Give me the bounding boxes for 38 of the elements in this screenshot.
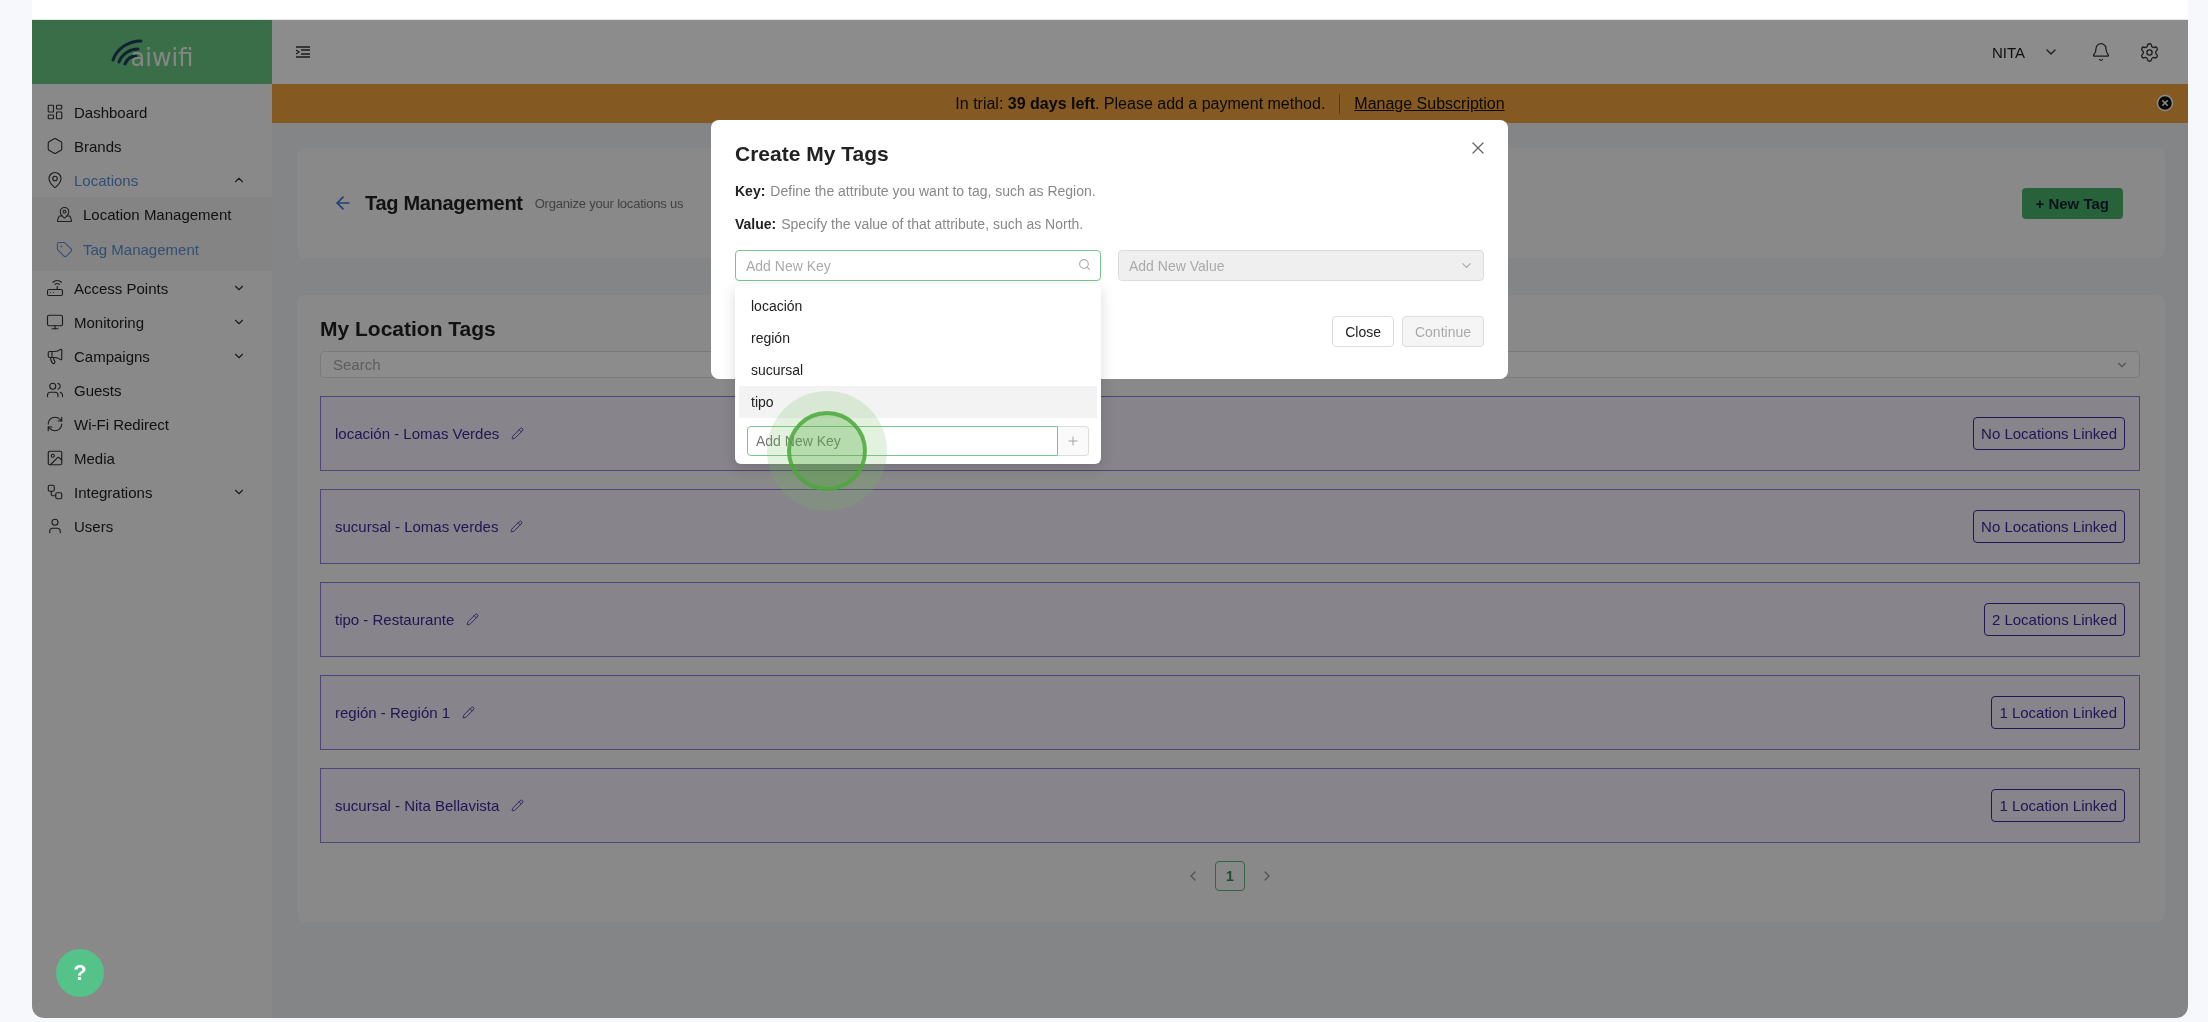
logo-text: aiwifi xyxy=(130,44,194,72)
hint-text: Key: Define the attribute you want to tag, such as Region. xyxy=(735,183,1097,199)
sidebar-item[interactable]: Media xyxy=(32,441,272,475)
trial-message: In trial: 39 days left. Please add a payment method. xyxy=(955,94,1326,113)
tag-label: sucursal - Nita Bellavista xyxy=(335,797,500,814)
sidebar-item[interactable]: Monitoring xyxy=(32,305,272,339)
hint-text: Value: Specify the value of that attribute, such as North. xyxy=(735,216,1085,232)
sidebar-item[interactable]: Dashboard xyxy=(32,95,272,129)
linked-count-badge[interactable]: 1 Location Linked xyxy=(1991,696,2125,729)
linked-count-badge[interactable]: No Locations Linked xyxy=(1973,417,2125,450)
linked-count-badge[interactable]: 2 Locations Linked xyxy=(1983,603,2125,636)
tag-label: locación - Lomas Verdes xyxy=(335,425,500,442)
tag-label: tipo - Restaurante xyxy=(335,611,455,628)
key-option[interactable]: región xyxy=(739,322,1097,354)
tag-label: sucursal - Lomas verdes xyxy=(335,518,499,535)
sidebar-item[interactable]: Campaigns xyxy=(32,339,272,373)
sidebar-item[interactable]: Wi-Fi Redirect xyxy=(32,407,272,441)
key-option[interactable]: locación xyxy=(739,290,1097,322)
dialog-title: Create My Tags xyxy=(735,142,889,166)
sidebar-item[interactable]: Users xyxy=(32,509,272,543)
manage-subscription-link[interactable]: Manage Subscription xyxy=(1354,94,1505,113)
sidebar-item[interactable]: Brands xyxy=(32,129,272,163)
tag-label: región - Región 1 xyxy=(335,704,451,721)
dialog-button[interactable]: Close xyxy=(1332,316,1394,347)
sidebar-item[interactable]: Integrations xyxy=(32,475,272,509)
linked-count-badge[interactable]: No Locations Linked xyxy=(1973,510,2125,543)
linked-count-badge[interactable]: 1 Location Linked xyxy=(1991,789,2125,822)
key-option[interactable]: tipo xyxy=(739,386,1097,418)
sidebar-item[interactable]: Guests xyxy=(32,373,272,407)
key-field[interactable]: Add New Key xyxy=(735,250,1101,281)
page-button[interactable]: 1 xyxy=(1215,861,1245,891)
page-title: Tag Management xyxy=(365,191,523,215)
sidebar-item[interactable]: Access Points xyxy=(32,271,272,305)
key-option[interactable]: sucursal xyxy=(739,354,1097,386)
card-title: My Location Tags xyxy=(320,317,496,341)
user-name[interactable]: NITA xyxy=(1991,43,2025,61)
sidebar-subitem[interactable]: Location Management xyxy=(32,197,272,232)
page-subtitle: Organize your locations us xyxy=(534,195,684,211)
